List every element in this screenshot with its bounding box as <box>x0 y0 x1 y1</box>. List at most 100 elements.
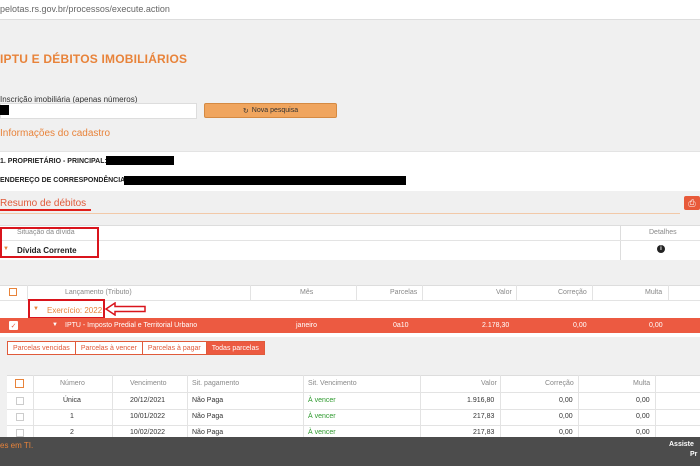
col-header-mes: Mês <box>300 289 314 296</box>
column-divider <box>592 285 593 300</box>
parcela-sit-pagamento: Não Paga <box>192 413 224 420</box>
parcela-correcao: 0,00 <box>559 397 573 404</box>
col-header-multa: Multa <box>633 380 651 387</box>
parcela-numero: 1 <box>70 413 74 420</box>
browser-url-bar[interactable]: pelotas.rs.gov.br/processos/execute.acti… <box>0 0 700 20</box>
parcela-sit-vencimento: À vencer <box>308 397 336 404</box>
column-divider <box>500 375 501 437</box>
col-header-valor: Valor <box>496 289 512 296</box>
nova-pesquisa-button[interactable]: ↻ Nova pesquisa <box>204 103 337 118</box>
parcela-vencimento: 20/12/2021 <box>130 397 166 404</box>
col-header-valor: Valor <box>481 380 497 387</box>
column-divider <box>668 285 669 300</box>
iptu-valor: 2.178,30 <box>482 322 510 329</box>
annotation-arrow-icon <box>105 302 146 316</box>
col-header-parcelas: Parcelas <box>390 289 418 296</box>
col-header-sit-vencimento: Sit. Vencimento <box>308 380 357 387</box>
parcela-multa: 0,00 <box>636 429 650 436</box>
col-header-multa: Multa <box>645 289 663 296</box>
parcela-multa: 0,00 <box>636 397 650 404</box>
owner-label: 1. PROPRIETÁRIO - PRINCIPAL: <box>0 158 107 165</box>
footer-right-text-2: Pr <box>690 451 698 458</box>
row-divider <box>0 300 700 301</box>
parcela-correcao: 0,00 <box>559 429 573 436</box>
row-checkbox[interactable] <box>16 397 24 405</box>
column-divider <box>578 375 579 437</box>
footer <box>0 437 700 466</box>
annotation-box <box>28 299 105 319</box>
tab-todas-parcelas[interactable]: Todas parcelas <box>205 341 265 355</box>
debitos-section-title: Resumo de débitos <box>0 198 87 209</box>
column-divider <box>303 375 304 437</box>
row-divider <box>7 392 700 393</box>
detalhes-header: Detalhes <box>649 229 677 236</box>
col-header-sit-pagamento: Sit. pagamento <box>192 380 240 387</box>
col-header-numero: Número <box>60 380 85 387</box>
refresh-icon: ↻ <box>242 107 249 115</box>
footer-right-text: Assiste <box>669 441 694 448</box>
tab-parcelas-a-vencer[interactable]: Parcelas à vencer <box>74 341 143 355</box>
parcela-sit-vencimento: À vencer <box>308 429 336 436</box>
parcela-correcao: 0,00 <box>559 413 573 420</box>
parcelas-tabs: Parcelas vencidas Parcelas à vencer Parc… <box>7 341 265 355</box>
column-divider <box>33 375 34 437</box>
parcela-numero: Única <box>63 397 81 404</box>
parcela-vencimento: 10/02/2022 <box>130 429 166 436</box>
column-divider <box>112 375 113 437</box>
redaction-bar <box>124 176 406 185</box>
column-divider <box>620 225 621 260</box>
column-divider <box>420 375 421 437</box>
print-button[interactable]: ⎙ <box>684 196 700 210</box>
url-text: pelotas.rs.gov.br/processos/execute.acti… <box>0 4 170 14</box>
page-title: IPTU E DÉBITOS IMOBILIÁRIOS <box>0 52 188 66</box>
parcela-valor: 1.916,80 <box>467 397 495 404</box>
tab-parcelas-vencidas[interactable]: Parcelas vencidas <box>7 341 76 355</box>
row-divider <box>7 425 700 426</box>
parcela-vencimento: 10/01/2022 <box>130 413 166 420</box>
info-icon[interactable]: i <box>657 245 665 253</box>
parcela-sit-vencimento: À vencer <box>308 413 336 420</box>
column-divider <box>250 285 251 300</box>
address-label: ENDEREÇO DE CORRESPONDÊNCIA: <box>0 177 128 184</box>
row-divider <box>7 409 700 410</box>
nova-pesquisa-label: Nova pesquisa <box>251 107 299 114</box>
inscricao-input[interactable] <box>0 103 197 119</box>
annotation-box <box>0 227 99 258</box>
parcela-sit-pagamento: Não Paga <box>192 429 224 436</box>
column-divider <box>655 375 656 437</box>
situacao-table <box>0 225 700 260</box>
col-header-correcao: Correção <box>558 289 587 296</box>
cadastro-panel <box>0 151 700 191</box>
column-divider <box>422 285 423 300</box>
annotation-underline <box>0 209 91 211</box>
iptu-multa: 0,00 <box>649 322 663 329</box>
row-divider <box>0 240 700 241</box>
col-header-lancamento: Lançamento (Tributo) <box>65 289 132 296</box>
column-divider <box>27 285 28 300</box>
column-divider <box>356 285 357 300</box>
select-all-checkbox[interactable] <box>15 379 24 388</box>
iptu-tributo: IPTU - Imposto Predial e Territorial Urb… <box>65 322 198 329</box>
parcela-valor: 217,83 <box>473 429 495 436</box>
iptu-correcao: 0,00 <box>573 322 587 329</box>
caret-down-icon[interactable]: ▼ <box>52 322 58 328</box>
column-divider <box>516 285 517 300</box>
select-all-checkbox[interactable] <box>9 288 17 296</box>
parcela-valor: 217,83 <box>473 413 495 420</box>
col-header-vencimento: Vencimento <box>130 380 167 387</box>
tab-parcelas-a-pagar[interactable]: Parcelas à pagar <box>141 341 207 355</box>
row-checkbox[interactable] <box>16 413 24 421</box>
parcela-numero: 2 <box>70 429 74 436</box>
cadastro-section-title: Informações do cadastro <box>0 128 111 139</box>
row-checkbox-checked[interactable]: ✓ <box>9 321 18 330</box>
section-divider <box>0 213 680 214</box>
parcela-multa: 0,00 <box>636 413 650 420</box>
redaction-bar <box>106 156 174 165</box>
redaction-bar <box>0 105 9 115</box>
parcela-sit-pagamento: Não Paga <box>192 397 224 404</box>
col-header-correcao: Correção <box>545 380 574 387</box>
column-divider <box>187 375 188 437</box>
row-checkbox[interactable] <box>16 429 24 437</box>
iptu-mes: janeiro <box>296 322 318 329</box>
printer-icon: ⎙ <box>688 197 696 208</box>
